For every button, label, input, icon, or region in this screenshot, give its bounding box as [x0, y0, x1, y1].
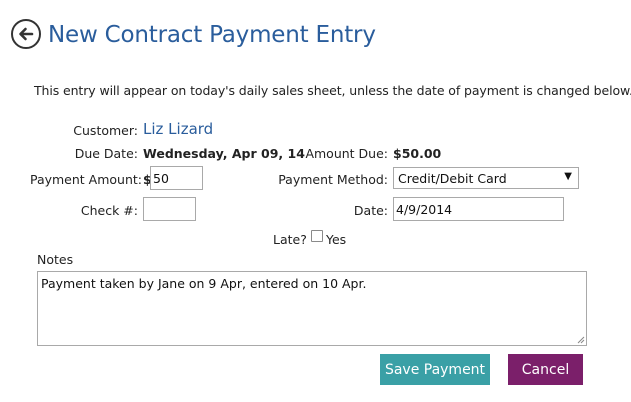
- payment-method-select[interactable]: Credit/Debit Card ▼: [393, 167, 579, 189]
- save-payment-button[interactable]: Save Payment: [380, 354, 490, 385]
- dropdown-arrow-icon: ▼: [564, 171, 572, 182]
- payment-method-selected: Credit/Debit Card: [398, 170, 507, 186]
- amount-due-label: Amount Due:: [305, 146, 388, 161]
- back-button[interactable]: [11, 19, 41, 49]
- date-label: Date:: [353, 203, 388, 218]
- payment-method-label: Payment Method:: [278, 172, 388, 187]
- check-number-input[interactable]: [143, 197, 196, 221]
- notes-textarea[interactable]: Payment taken by Jane on 9 Apr, entered …: [37, 271, 587, 346]
- payment-amount-input[interactable]: [150, 166, 203, 190]
- cancel-button[interactable]: Cancel: [508, 354, 583, 385]
- due-date-label: Due Date:: [74, 146, 138, 161]
- amount-due-value: $50.00: [393, 146, 442, 161]
- check-number-label: Check #:: [80, 203, 138, 218]
- page-title: New Contract Payment Entry: [48, 22, 376, 48]
- late-option-label: Yes: [326, 232, 347, 247]
- date-input[interactable]: [393, 197, 564, 221]
- late-checkbox[interactable]: [311, 230, 323, 242]
- customer-name-link[interactable]: Liz Lizard: [143, 120, 213, 138]
- intro-text: This entry will appear on today's daily …: [34, 83, 631, 98]
- late-label: Late?: [273, 232, 307, 247]
- arrow-left-icon: [19, 27, 34, 41]
- notes-label: Notes: [37, 252, 74, 267]
- payment-amount-label: Payment Amount:: [29, 172, 142, 187]
- customer-label: Customer:: [73, 123, 138, 138]
- resize-grip-icon[interactable]: [576, 335, 585, 344]
- due-date-value: Wednesday, Apr 09, 14: [143, 146, 305, 161]
